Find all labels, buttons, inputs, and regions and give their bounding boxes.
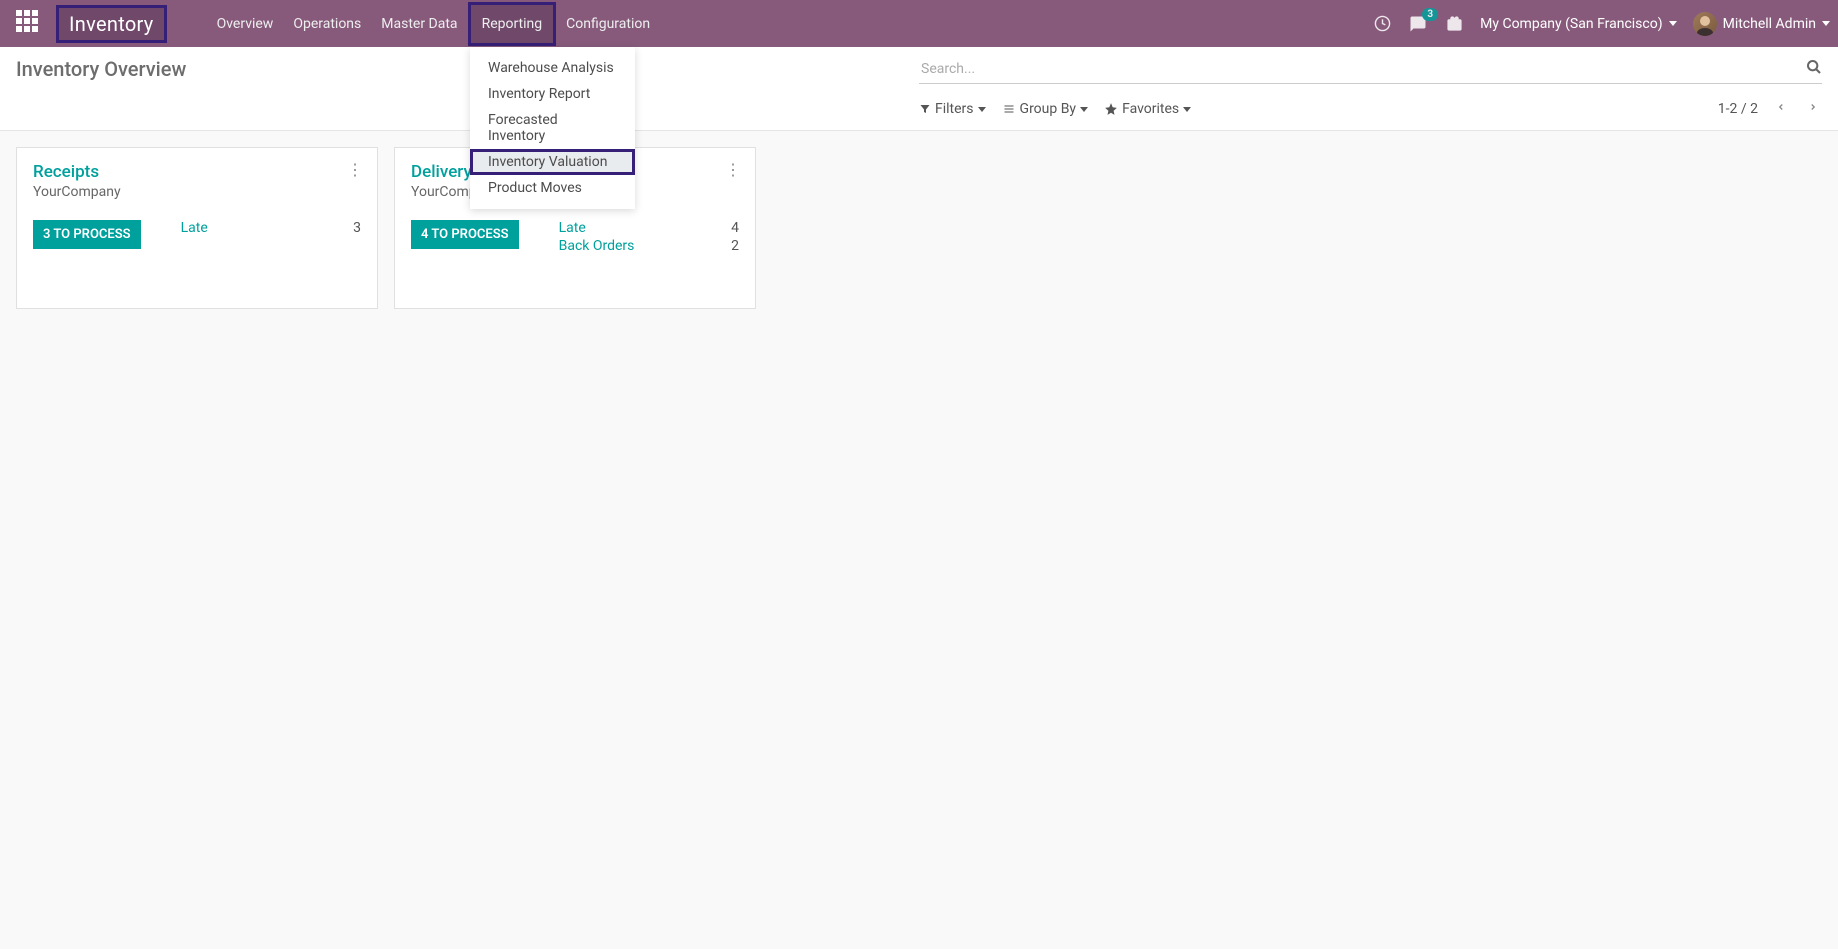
caret-down-icon xyxy=(1183,107,1191,112)
list-icon xyxy=(1002,103,1016,115)
nav-configuration[interactable]: Configuration xyxy=(556,2,660,46)
page-title: Inventory Overview xyxy=(16,57,919,81)
process-button[interactable]: 3 TO PROCESS xyxy=(33,220,141,249)
apps-icon[interactable] xyxy=(16,10,44,38)
brand[interactable]: Inventory xyxy=(56,5,167,43)
avatar xyxy=(1693,12,1717,36)
stat-count: 3 xyxy=(353,220,361,236)
favorites-button[interactable]: Favorites xyxy=(1104,101,1191,117)
nav-items: Overview Operations Master Data Reportin… xyxy=(207,2,661,46)
dropdown-forecasted-inventory[interactable]: Forecasted Inventory xyxy=(470,107,635,149)
messages-icon[interactable]: 3 xyxy=(1408,14,1428,34)
star-icon xyxy=(1104,102,1118,116)
funnel-icon xyxy=(919,103,931,115)
stat-label-late[interactable]: Late xyxy=(181,220,208,236)
user-name: Mitchell Admin xyxy=(1723,16,1816,32)
caret-down-icon xyxy=(1822,21,1830,26)
clock-icon[interactable] xyxy=(1372,14,1392,34)
card-stats: Late 4 Back Orders 2 xyxy=(559,220,739,256)
stat-count: 2 xyxy=(731,238,739,254)
company-switcher[interactable]: My Company (San Francisco) xyxy=(1480,16,1676,32)
stat-label-late[interactable]: Late xyxy=(559,220,586,236)
groupby-label: Group By xyxy=(1020,101,1077,117)
stat-count: 4 xyxy=(731,220,739,236)
card-title[interactable]: Receipts xyxy=(33,162,361,182)
card-subtitle: YourCompany xyxy=(33,184,361,200)
filters-button[interactable]: Filters xyxy=(919,101,986,117)
stat-row: Late 3 xyxy=(181,220,361,236)
stat-row: Late 4 xyxy=(559,220,739,236)
groupby-button[interactable]: Group By xyxy=(1002,101,1089,117)
caret-down-icon xyxy=(1080,107,1088,112)
stat-row: Back Orders 2 xyxy=(559,238,739,254)
company-name: My Company (San Francisco) xyxy=(1480,16,1662,32)
filter-row: Filters Group By Favorites xyxy=(919,98,1822,130)
dropdown-product-moves[interactable]: Product Moves xyxy=(470,175,635,201)
messages-badge: 3 xyxy=(1422,8,1438,21)
card-menu-icon[interactable]: ⋮ xyxy=(347,160,363,179)
nav-operations[interactable]: Operations xyxy=(283,2,371,46)
filters-label: Filters xyxy=(935,101,974,117)
stat-label-backorders[interactable]: Back Orders xyxy=(559,238,635,254)
favorites-label: Favorites xyxy=(1122,101,1179,117)
user-menu[interactable]: Mitchell Admin xyxy=(1693,12,1830,36)
kanban-card-receipts: ⋮ Receipts YourCompany 3 TO PROCESS Late… xyxy=(16,147,378,309)
navbar-right: 3 My Company (San Francisco) Mitchell Ad… xyxy=(1372,12,1830,36)
pager-prev[interactable] xyxy=(1772,98,1790,120)
card-stats: Late 3 xyxy=(181,220,361,249)
pager-text: 1-2 / 2 xyxy=(1718,101,1758,117)
main-navbar: Inventory Overview Operations Master Dat… xyxy=(0,0,1838,47)
card-menu-icon[interactable]: ⋮ xyxy=(725,160,741,179)
dropdown-inventory-report[interactable]: Inventory Report xyxy=(470,81,635,107)
dropdown-inventory-valuation[interactable]: Inventory Valuation xyxy=(470,149,635,175)
search-input[interactable] xyxy=(919,57,1806,81)
process-button[interactable]: 4 TO PROCESS xyxy=(411,220,519,249)
nav-master-data[interactable]: Master Data xyxy=(371,2,467,46)
reporting-dropdown: Warehouse Analysis Inventory Report Fore… xyxy=(470,47,635,209)
dropdown-warehouse-analysis[interactable]: Warehouse Analysis xyxy=(470,55,635,81)
gift-icon[interactable] xyxy=(1444,14,1464,34)
control-panel: Inventory Overview Filters xyxy=(0,47,1838,131)
pager-next[interactable] xyxy=(1804,98,1822,120)
caret-down-icon xyxy=(978,107,986,112)
search-icon[interactable] xyxy=(1806,59,1822,79)
nav-reporting[interactable]: Reporting xyxy=(468,2,557,46)
caret-down-icon xyxy=(1669,21,1677,26)
nav-overview[interactable]: Overview xyxy=(207,2,284,46)
search-row xyxy=(919,57,1822,84)
kanban-container: ⋮ Receipts YourCompany 3 TO PROCESS Late… xyxy=(0,131,1838,325)
